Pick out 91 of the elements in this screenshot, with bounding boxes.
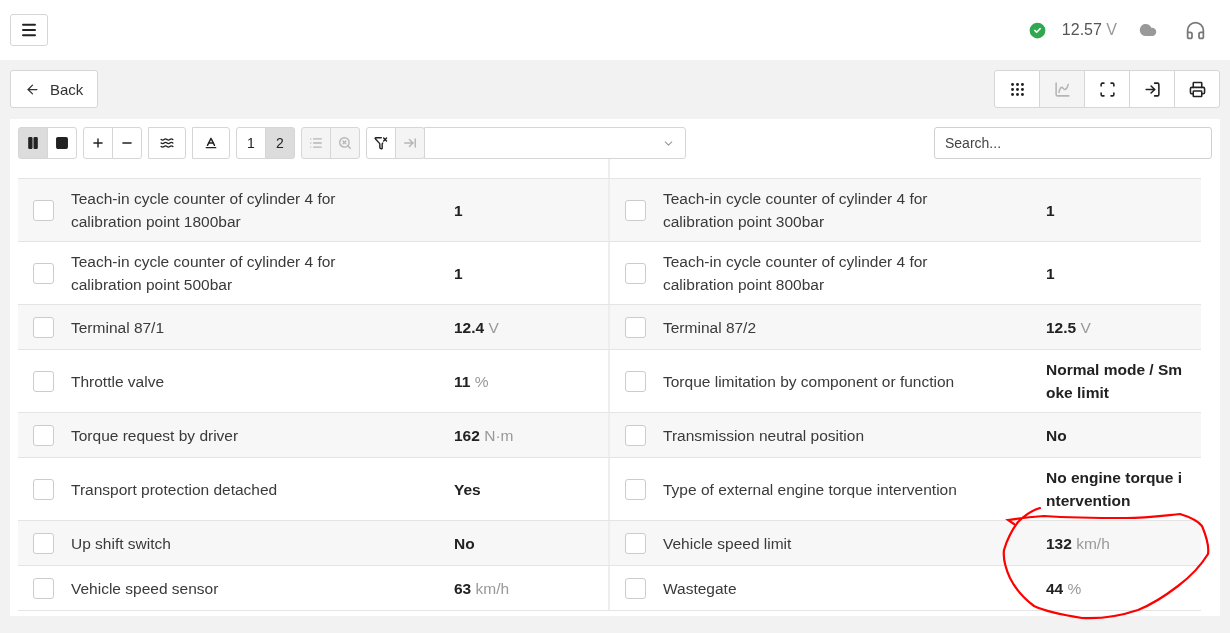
unit-text: km/h <box>475 579 510 597</box>
print-button[interactable] <box>1174 70 1220 108</box>
row-checkbox[interactable] <box>33 532 54 554</box>
row-checkbox[interactable] <box>625 199 646 221</box>
parameter-label: Transmission neutral position <box>663 425 865 446</box>
row-checkbox[interactable] <box>33 577 54 599</box>
stop-icon <box>55 136 69 150</box>
row-checkbox[interactable] <box>625 370 646 392</box>
unit-text: % <box>474 372 489 390</box>
clear-filter-button[interactable] <box>366 127 396 159</box>
column-select[interactable] <box>424 127 686 159</box>
import-button[interactable] <box>1129 70 1175 108</box>
value-text: 1 <box>1046 264 1055 282</box>
login-arrow-icon <box>1143 80 1161 98</box>
pause-button[interactable] <box>18 127 48 159</box>
value-text: 162 <box>454 426 480 444</box>
value-text: 1 <box>454 201 463 219</box>
list-icon <box>309 136 323 150</box>
unit-text: % <box>1067 579 1082 597</box>
parameter-label: Torque request by driver <box>71 425 240 446</box>
value-text: 12.4 <box>454 318 485 336</box>
parameter-label: Teach-in cycle counter of cylinder 4 for calibration point 500bar <box>71 252 337 295</box>
unit-text: N·m <box>484 426 514 444</box>
parameter-label: Throttle valve <box>71 371 166 392</box>
voltage-text: 12.57 V <box>1061 21 1117 39</box>
waves-icon <box>160 136 174 150</box>
approx-button[interactable] <box>148 127 186 159</box>
parameter-label: Teach-in cycle counter of cylinder 4 for calibration point 300bar <box>663 189 929 232</box>
value-text: No engine torque intervention <box>1046 469 1183 509</box>
parameter-label: Teach-in cycle counter of cylinder 4 for calibration point 1800bar <box>71 189 337 232</box>
row-checkbox[interactable] <box>33 316 54 338</box>
parameter-label: Vehicle speed limit <box>663 533 793 554</box>
row-checkbox[interactable] <box>625 478 646 500</box>
cloud-icon[interactable] <box>1139 21 1157 39</box>
unit-text: km/h <box>1076 534 1110 552</box>
printer-icon <box>1188 80 1206 98</box>
grid-button[interactable] <box>994 70 1040 108</box>
pause-icon <box>26 136 40 150</box>
headphones-icon[interactable] <box>1185 19 1206 41</box>
parameter-label: Terminal 87/2 <box>663 317 758 338</box>
unit-text: V <box>488 318 499 336</box>
value-text: 63 <box>454 579 472 597</box>
arrow-to-line-icon <box>403 136 417 150</box>
value-text: 11 <box>454 372 471 390</box>
value-text: 132 <box>1046 534 1072 552</box>
page-button[interactable]: 2 <box>265 127 295 159</box>
value-text: No <box>454 534 475 552</box>
row-checkbox[interactable] <box>33 424 54 446</box>
parameter-label: Torque limitation by component or function <box>663 371 956 392</box>
parameter-label: Vehicle speed sensor <box>71 578 220 599</box>
page-button[interactable]: 1 <box>236 127 266 159</box>
row-checkbox[interactable] <box>625 424 646 446</box>
row-checkbox[interactable] <box>33 370 54 392</box>
frame-icon <box>1098 80 1116 98</box>
plus-button[interactable] <box>83 127 113 159</box>
frame-button[interactable] <box>1084 70 1130 108</box>
search-x-icon <box>338 136 352 150</box>
text-baseline-icon <box>204 136 218 150</box>
grid-icon <box>1008 80 1026 98</box>
row-checkbox[interactable] <box>33 262 54 284</box>
plus-icon <box>91 136 105 150</box>
back-button[interactable]: Back <box>10 70 99 108</box>
search-field[interactable]: Search... <box>934 127 1212 159</box>
parameter-label: Transport protection detached <box>71 479 279 500</box>
text-height-button[interactable] <box>192 127 230 159</box>
line-chart-icon <box>1053 80 1071 98</box>
parameter-label: Wastegate <box>663 578 738 599</box>
row-checkbox[interactable] <box>625 316 646 338</box>
stop-button[interactable] <box>47 127 77 159</box>
value-text: Normal mode / Smoke limit <box>1046 361 1183 401</box>
unit-text: V <box>1080 318 1091 336</box>
check-circle-icon <box>1026 19 1048 41</box>
filter-x-icon <box>374 136 388 150</box>
value-text: 1 <box>454 264 463 282</box>
parameter-label: Type of external engine torque intervention <box>663 479 958 500</box>
row-checkbox[interactable] <box>625 532 646 554</box>
row-checkbox[interactable] <box>625 577 646 599</box>
parameter-label: Up shift switch <box>71 533 172 554</box>
arrow-left-icon <box>25 81 40 97</box>
row-checkbox[interactable] <box>33 199 54 221</box>
parameter-label: Terminal 87/1 <box>71 317 166 338</box>
row-checkbox[interactable] <box>33 478 54 500</box>
value-text: Yes <box>454 480 481 498</box>
menu-button[interactable] <box>10 14 48 46</box>
menu-icon <box>20 21 38 39</box>
value-text: 12.5 <box>1046 318 1077 336</box>
value-text: 44 <box>1046 579 1064 597</box>
parameter-label: Teach-in cycle counter of cylinder 4 for calibration point 800bar <box>663 252 929 295</box>
value-text: No <box>1046 426 1067 444</box>
value-text: 1 <box>1046 201 1055 219</box>
row-checkbox[interactable] <box>625 262 646 284</box>
